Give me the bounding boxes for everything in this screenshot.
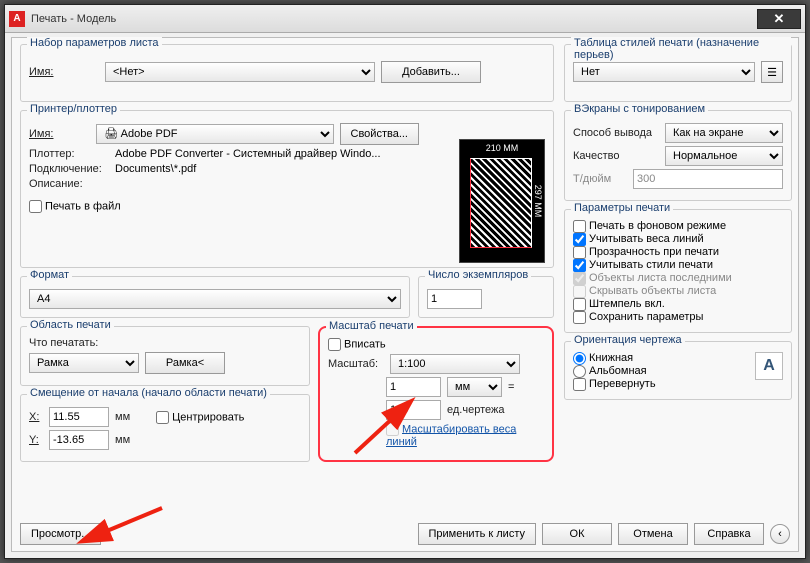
window-button[interactable]: Рамка< (145, 352, 225, 374)
help-button[interactable]: Справка (694, 523, 764, 545)
offset-y-unit: мм (115, 434, 130, 446)
offset-y-input[interactable] (49, 430, 109, 450)
dpi-input (633, 169, 783, 189)
dialog-body: Набор параметров листа Имя: <Нет> Добави… (11, 37, 799, 552)
plot-style-legend: Таблица стилей печати (назначение перьев… (571, 37, 791, 61)
plot-style-select[interactable]: Нет (573, 62, 755, 82)
close-button[interactable]: ✕ (757, 9, 801, 29)
copies-input[interactable] (427, 289, 482, 309)
scale-ratio-select[interactable]: 1:100 (390, 354, 520, 374)
scale-paper-unit-select[interactable]: мм (447, 377, 502, 397)
scale-drawing-unit: ед.чертежа (447, 404, 504, 416)
ok-button[interactable]: ОК (542, 523, 612, 545)
offset-y-label: Y: (29, 434, 43, 446)
chevron-left-icon: ‹ (778, 528, 782, 540)
connection-value: Documents\*.pdf (115, 163, 196, 175)
quality-select[interactable]: Нормальное (665, 146, 783, 166)
footer: Просмотр... Применить к листу ОК Отмена … (20, 523, 790, 545)
opt-lineweights-checkbox[interactable]: Учитывать веса линий (573, 233, 704, 245)
orientation-legend: Ориентация чертежа (571, 334, 685, 346)
what-to-plot-select[interactable]: Рамка (29, 353, 139, 373)
scale-paper-input[interactable] (386, 377, 441, 397)
scale-equals: = (508, 381, 514, 393)
shaded-viewport-group: ВЭкраны с тонированием Способ выводаКак … (564, 110, 792, 201)
pagesetup-name-label: Имя: (29, 66, 99, 78)
titlebar: A Печать - Модель ✕ (5, 5, 805, 33)
printer-name-label: Имя: (29, 128, 90, 140)
plot-options-group: Параметры печати Печать в фоновом режиме… (564, 209, 792, 333)
orientation-group: Ориентация чертежа Книжная Альбомная Пер… (564, 341, 792, 400)
printer-legend: Принтер/плоттер (27, 103, 120, 115)
plot-style-group: Таблица стилей печати (назначение перьев… (564, 44, 792, 102)
options-legend: Параметры печати (571, 202, 673, 214)
offset-legend: Смещение от начала (начало области печат… (27, 387, 270, 399)
plotter-value: Adobe PDF Converter - Системный драйвер … (115, 148, 381, 160)
orientation-icon: A (755, 352, 783, 380)
paper-preview: 210 MM 297 MM (459, 139, 545, 263)
opt-plotstyles-checkbox[interactable]: Учитывать стили печати (573, 259, 713, 271)
plot-area-group: Область печати Что печатать: Рамка Рамка… (20, 326, 310, 386)
paper-size-select[interactable]: A4 (29, 289, 401, 309)
center-plot-checkbox[interactable]: Центрировать (156, 411, 244, 424)
offset-x-input[interactable] (49, 407, 109, 427)
copies-legend: Число экземпляров (425, 269, 531, 281)
scale-lineweights-checkbox[interactable]: Масштабировать веса линий (386, 423, 544, 448)
fit-to-paper-checkbox[interactable]: Вписать (328, 338, 386, 351)
pagesetup-add-button[interactable]: Добавить... (381, 61, 481, 83)
plot-scale-group: Масштаб печати Вписать Масштаб: 1:100 мм… (318, 326, 554, 462)
landscape-radio[interactable]: Альбомная (573, 365, 647, 377)
plot-area-legend: Область печати (27, 319, 114, 331)
printer-name-select[interactable]: 🖨 Adobe PDF (96, 124, 333, 144)
print-dialog: A Печать - Модель ✕ Набор параметров лис… (4, 4, 806, 559)
copies-group: Число экземпляров (418, 276, 554, 318)
offset-x-unit: мм (115, 411, 130, 423)
plotter-label: Плоттер: (29, 148, 109, 160)
paper-width-label: 210 MM (460, 143, 544, 153)
offset-x-label: X: (29, 411, 43, 423)
plot-style-edit-button[interactable]: ☰ (761, 61, 783, 83)
preview-button[interactable]: Просмотр... (20, 523, 101, 545)
upside-down-checkbox[interactable]: Перевернуть (573, 378, 656, 390)
opt-background-checkbox[interactable]: Печать в фоновом режиме (573, 220, 726, 232)
print-to-file-checkbox[interactable]: Печать в файл (29, 200, 121, 213)
portrait-radio[interactable]: Книжная (573, 352, 633, 364)
connection-label: Подключение: (29, 163, 109, 175)
opt-stamp-checkbox[interactable]: Штемпель вкл. (573, 298, 665, 310)
description-label: Описание: (29, 178, 109, 190)
plot-offset-group: Смещение от начала (начало области печат… (20, 394, 310, 462)
scale-legend: Масштаб печати (326, 320, 417, 332)
window-title: Печать - Модель (31, 13, 757, 25)
apply-to-layout-button[interactable]: Применить к листу (418, 523, 537, 545)
expand-button[interactable]: ‹ (770, 524, 790, 544)
page-setup-legend: Набор параметров листа (27, 37, 162, 49)
paper-legend: Формат (27, 269, 72, 281)
paper-size-group: Формат A4 (20, 276, 410, 318)
what-to-plot-label: Что печатать: (29, 337, 301, 349)
app-logo-icon: A (9, 11, 25, 27)
opt-transparency-checkbox[interactable]: Прозрачность при печати (573, 246, 719, 258)
shade-mode-select[interactable]: Как на экране (665, 123, 783, 143)
opt-paperspace-last-checkbox: Объекты листа последними (573, 272, 732, 284)
printer-group: Принтер/плоттер Имя: 🖨 Adobe PDF Свойств… (20, 110, 554, 268)
shade-mode-label: Способ вывода (573, 127, 659, 139)
scale-label: Масштаб: (328, 358, 384, 370)
paper-height-label: 297 MM (533, 185, 543, 218)
pagesetup-name-select[interactable]: <Нет> (105, 62, 375, 82)
dpi-label: Т/дюйм (573, 173, 627, 185)
scale-drawing-input[interactable] (386, 400, 441, 420)
opt-save-changes-checkbox[interactable]: Сохранить параметры (573, 311, 703, 323)
page-setup-group: Набор параметров листа Имя: <Нет> Добави… (20, 44, 554, 102)
cancel-button[interactable]: Отмена (618, 523, 688, 545)
printer-properties-button[interactable]: Свойства... (340, 123, 419, 145)
shaded-legend: ВЭкраны с тонированием (571, 103, 708, 115)
paper-preview-page (470, 158, 532, 248)
quality-label: Качество (573, 150, 659, 162)
opt-hide-paperspace-checkbox: Скрывать объекты листа (573, 285, 716, 297)
